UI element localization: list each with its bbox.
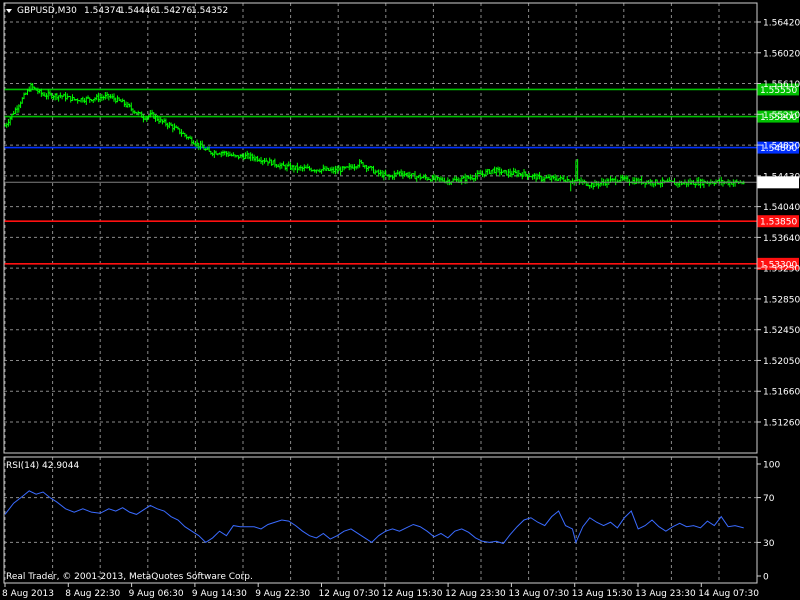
time-tick-label: 12 Aug 23:30 (445, 589, 506, 599)
rsi-value: 42.9044 (42, 461, 79, 471)
time-axis[interactable]: 8 Aug 2013 8 Aug 22:30 9 Aug 06:30 9 Aug 14… (2, 583, 759, 599)
candles: 1.54352 (4, 82, 799, 192)
rsi-series (4, 490, 744, 545)
low-value: 1.54276 (155, 6, 192, 16)
rsi-axis: 100 70 30 0 (757, 461, 780, 583)
time-tick-label: 8 Aug 22:30 (65, 589, 120, 599)
rsi-label: RSI(14) (6, 461, 39, 471)
close-value: 1.54352 (191, 6, 228, 16)
price-tick-label: 1.54820 (763, 142, 800, 152)
price-tick-label: 1.55610 (763, 80, 800, 90)
rsi-tick-label: 100 (763, 461, 780, 471)
time-tick-label: 13 Aug 15:30 (572, 589, 633, 599)
price-tick-label: 1.53640 (763, 234, 800, 244)
price-tick-label: 1.54430 (763, 172, 800, 182)
rsi-tick-label: 30 (763, 539, 775, 549)
time-tick-label: 12 Aug 15:30 (382, 589, 443, 599)
rsi-tick-label: 70 (763, 494, 775, 504)
price-tick-label: 1.56420 (763, 19, 800, 29)
main-panel-border (3, 2, 758, 454)
level-price-label: 1.53850 (760, 218, 797, 228)
price-tick-label: 1.54040 (763, 203, 800, 213)
time-tick-label: 9 Aug 14:30 (192, 589, 247, 599)
rsi-panel-border (3, 456, 758, 584)
price-tick-label: 1.52850 (763, 295, 800, 305)
price-tick-label: 1.52450 (763, 326, 800, 336)
horizontal-levels[interactable]: 1.555501.552001.548001.538501.53300 (4, 83, 799, 270)
symbol-label: GBPUSD,M30 (17, 6, 77, 16)
price-tick-label: 1.51260 (763, 419, 800, 429)
time-tick-label: 13 Aug 23:30 (635, 589, 696, 599)
price-tick-label: 1.52050 (763, 357, 800, 367)
main-chart-header: GBPUSD,M30 1.54374 1.54446 1.54276 1.543… (6, 6, 228, 16)
open-value: 1.54374 (84, 6, 121, 16)
rsi-line (4, 490, 744, 545)
rsi-grid (4, 457, 757, 583)
copyright-text: Real Trader, © 2001-2013, MetaQuotes Sof… (6, 572, 253, 582)
main-chart-grid (4, 3, 757, 453)
price-tick-label: 1.51660 (763, 388, 800, 398)
rsi-header: RSI(14) 42.9044 (6, 461, 79, 471)
time-tick-label: 12 Aug 07:30 (319, 589, 380, 599)
time-tick-label: 13 Aug 07:30 (508, 589, 569, 599)
dropdown-triangle-icon[interactable] (6, 9, 12, 13)
price-tick-label: 1.56020 (763, 49, 800, 59)
time-tick-label: 8 Aug 2013 (2, 589, 54, 599)
time-tick-label: 9 Aug 06:30 (129, 589, 184, 599)
rsi-tick-label: 0 (763, 573, 769, 583)
time-tick-label: 14 Aug 07:30 (698, 589, 759, 599)
price-tick-label: 1.53250 (763, 265, 800, 275)
high-value: 1.54446 (119, 6, 156, 16)
price-tick-label: 1.55210 (763, 111, 800, 121)
time-tick-label: 9 Aug 22:30 (255, 589, 310, 599)
chart-canvas[interactable]: 1.555501.552001.548001.538501.53300 1.54… (0, 0, 800, 600)
